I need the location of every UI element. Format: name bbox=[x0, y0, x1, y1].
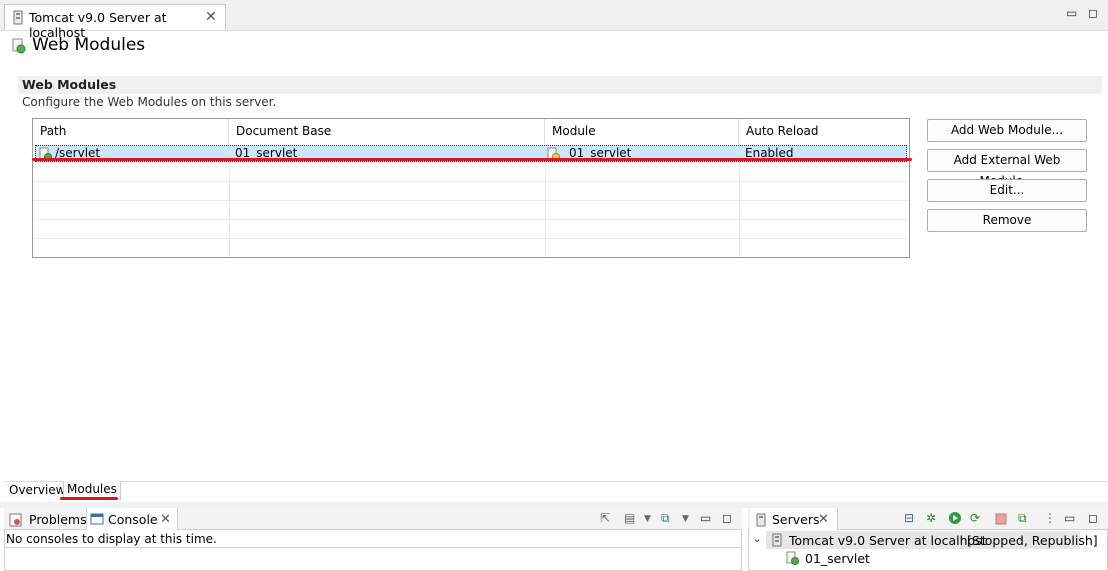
tab-servers[interactable]: Servers bbox=[772, 512, 820, 527]
editor-tab-tomcat-server[interactable]: Tomcat v9.0 Server at localhost ✕ bbox=[4, 4, 226, 40]
chevron-down-icon[interactable]: ▼ bbox=[682, 514, 689, 524]
debug-icon[interactable]: ✲ bbox=[926, 511, 936, 525]
console-icon bbox=[90, 513, 104, 525]
start-server-icon[interactable] bbox=[948, 511, 962, 525]
maximize-icon[interactable]: ◻ bbox=[1088, 511, 1098, 525]
page-title: Web Modules bbox=[32, 35, 146, 55]
pin-console-icon[interactable]: ⇱ bbox=[600, 511, 610, 525]
column-header-path[interactable]: Path bbox=[33, 119, 229, 143]
view-menu-icon[interactable]: ⋮ bbox=[1044, 511, 1056, 525]
modules-tab-underline bbox=[60, 497, 118, 500]
section-description: Configure the Web Modules on this server… bbox=[22, 95, 277, 109]
close-icon[interactable]: ✕ bbox=[205, 9, 217, 25]
column-header-auto-reload[interactable]: Auto Reload bbox=[739, 119, 909, 143]
web-modules-table[interactable]: Path Document Base Module Auto Reload /s… bbox=[32, 118, 910, 258]
console-divider bbox=[4, 547, 742, 548]
minimize-icon[interactable]: ▭ bbox=[1064, 511, 1075, 525]
chevron-down-icon[interactable]: ⌄ bbox=[753, 534, 761, 545]
add-external-web-module-button[interactable]: Add External Web Module... bbox=[927, 149, 1087, 188]
maximize-icon[interactable]: ◻ bbox=[1088, 6, 1098, 20]
section-title: Web Modules bbox=[22, 77, 117, 92]
server-status: [Stopped, Republish] bbox=[967, 533, 1098, 548]
add-web-module-button[interactable]: Add Web Module... bbox=[927, 119, 1087, 142]
column-header-module[interactable]: Module bbox=[545, 119, 739, 143]
tab-problems[interactable]: Problems bbox=[29, 512, 87, 527]
module-icon bbox=[786, 551, 799, 565]
editor-page-tabs bbox=[4, 481, 1108, 502]
profile-icon[interactable]: ⟳ bbox=[970, 511, 980, 525]
minimize-icon[interactable]: ▭ bbox=[1066, 6, 1077, 20]
open-console-icon[interactable]: ⧉ bbox=[661, 511, 670, 526]
section-header bbox=[18, 76, 1102, 94]
minimize-icon[interactable]: ▭ bbox=[700, 511, 711, 525]
publish-icon[interactable]: ⧉ bbox=[1018, 511, 1027, 526]
server-name: Tomcat v9.0 Server at localhost bbox=[789, 533, 987, 548]
server-icon bbox=[772, 533, 782, 547]
tab-console[interactable]: Console bbox=[108, 512, 158, 527]
collapse-all-icon[interactable]: ⊟ bbox=[904, 511, 914, 525]
column-header-document-base[interactable]: Document Base bbox=[229, 119, 545, 143]
close-icon[interactable]: ✕ bbox=[818, 512, 829, 527]
problems-icon bbox=[9, 513, 22, 527]
maximize-icon[interactable]: ◻ bbox=[722, 511, 732, 525]
web-module-icon bbox=[12, 38, 26, 54]
server-icon bbox=[13, 10, 23, 25]
display-console-icon[interactable]: ▤ bbox=[624, 511, 635, 525]
chevron-down-icon[interactable]: ▼ bbox=[644, 514, 651, 524]
servers-icon bbox=[756, 513, 766, 527]
edit-button[interactable]: Edit... bbox=[927, 179, 1087, 202]
highlight-underline bbox=[32, 158, 912, 161]
server-module-item[interactable]: 01_servlet bbox=[805, 551, 870, 566]
stop-server-icon[interactable] bbox=[995, 513, 1007, 525]
console-message: No consoles to display at this time. bbox=[6, 532, 217, 546]
close-icon[interactable]: ✕ bbox=[160, 512, 171, 527]
remove-button[interactable]: Remove bbox=[927, 209, 1087, 232]
